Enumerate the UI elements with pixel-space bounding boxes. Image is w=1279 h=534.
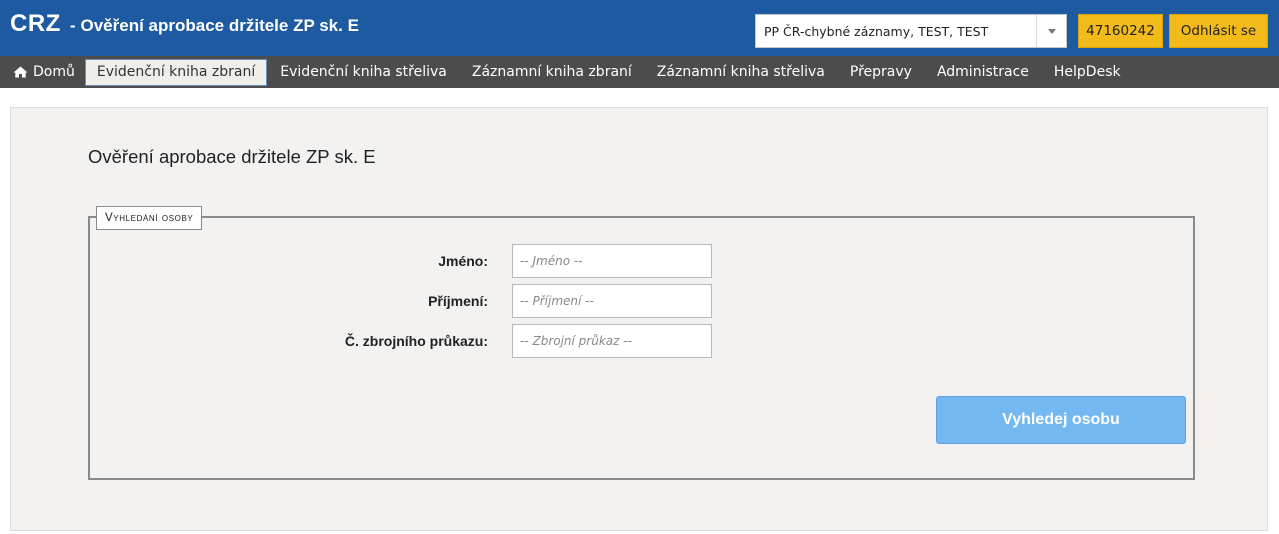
nav-item-weapons-records[interactable]: Záznamní kniha zbraní (460, 59, 644, 86)
nav-item-administration[interactable]: Administrace (925, 59, 1041, 86)
logout-button[interactable]: Odhlásit se (1169, 14, 1268, 48)
person-search-legend: Vyhledání osoby (96, 206, 203, 230)
home-icon (13, 66, 28, 78)
organization-select[interactable]: PP ČR-chybné záznamy, TEST, TEST (755, 14, 1067, 48)
main-navbar: Domů Evidenční kniha zbraní Evidenční kn… (0, 56, 1279, 88)
user-id-badge[interactable]: 47160242 (1078, 14, 1163, 48)
form-row-license-number: Č. zbrojního průkazu: (90, 324, 890, 358)
nav-item-weapons-register[interactable]: Evidenční kniha zbraní (84, 58, 268, 86)
brand: CRZ - Ověření aprobace držitele ZP sk. E (10, 10, 359, 44)
nav-item-ammo-records[interactable]: Záznamní kniha střeliva (645, 59, 837, 86)
last-name-label: Příjmení: (428, 293, 488, 309)
nav-item-transports[interactable]: Přepravy (838, 59, 924, 86)
nav-item-ammo-register[interactable]: Evidenční kniha střeliva (268, 59, 459, 86)
nav-item-helpdesk[interactable]: HelpDesk (1042, 59, 1133, 86)
license-number-label: Č. zbrojního průkazu: (344, 333, 488, 349)
app-title: Ověření aprobace držitele ZP sk. E (80, 16, 359, 35)
title-separator: - (69, 16, 76, 35)
license-number-input[interactable] (512, 324, 712, 358)
last-name-input[interactable] (512, 284, 712, 318)
nav-item-home[interactable]: Domů (10, 59, 84, 86)
search-person-button[interactable]: Vyhledej osobu (936, 396, 1186, 444)
form-row-last-name: Příjmení: (90, 284, 890, 318)
main-panel: Ověření aprobace držitele ZP sk. E Vyhle… (10, 107, 1268, 531)
nav-item-home-label: Domů (33, 64, 75, 80)
app-logo[interactable]: CRZ (10, 10, 61, 38)
chevron-down-icon (1047, 28, 1056, 34)
first-name-label: Jméno: (438, 253, 488, 269)
page-title: Ověření aprobace držitele ZP sk. E (88, 146, 376, 167)
app-header: CRZ - Ověření aprobace držitele ZP sk. E… (0, 0, 1279, 56)
person-search-fieldset: Vyhledání osoby Jméno: Příjmení: Č. zbro… (88, 206, 1195, 480)
organization-select-toggle[interactable] (1036, 15, 1066, 47)
organization-select-value[interactable]: PP ČR-chybné záznamy, TEST, TEST (756, 24, 1036, 39)
form-row-first-name: Jméno: (90, 244, 890, 278)
first-name-input[interactable] (512, 244, 712, 278)
